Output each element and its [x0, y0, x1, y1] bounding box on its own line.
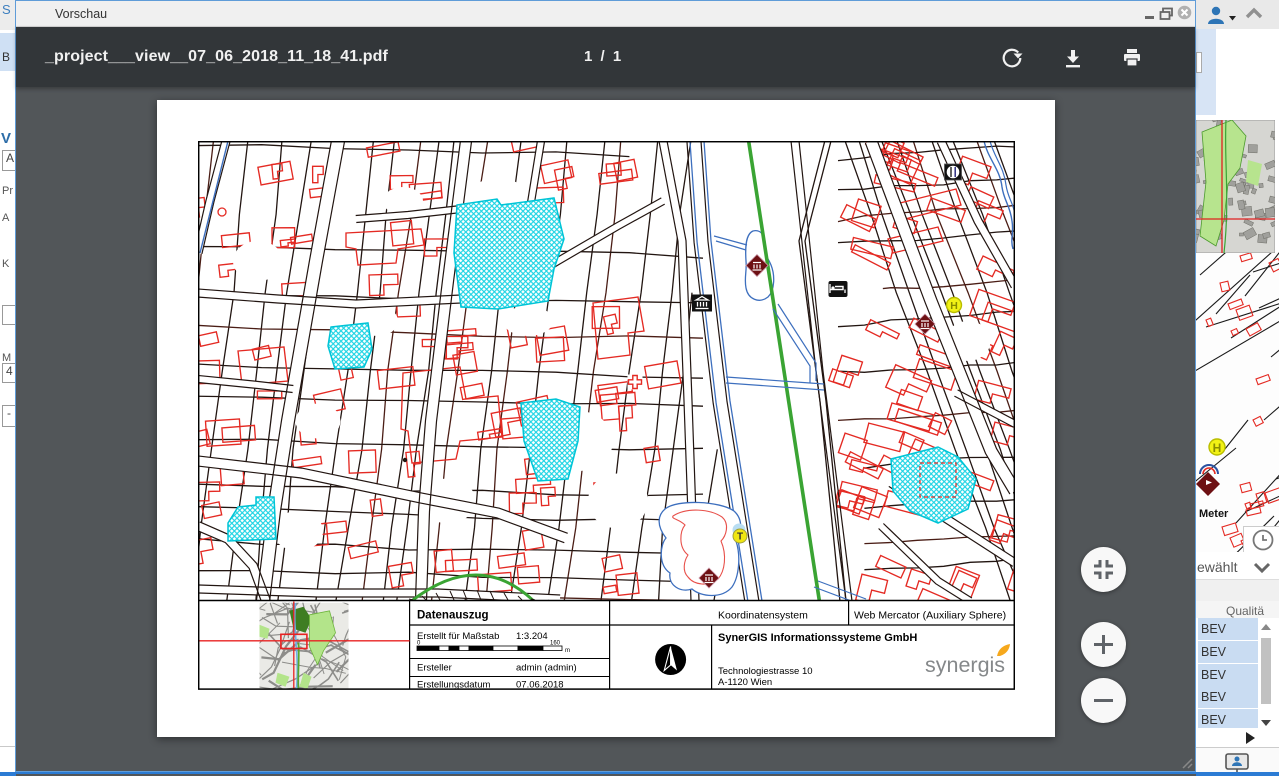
svg-text:Technologiestrasse 10: Technologiestrasse 10	[718, 666, 813, 677]
svg-text:admin (admin): admin (admin)	[516, 663, 577, 674]
svg-text:synergis: synergis	[925, 653, 1005, 677]
svg-text:Ersteller: Ersteller	[417, 663, 452, 674]
svg-text:Erstellt für Maßstab: Erstellt für Maßstab	[417, 631, 499, 642]
svg-text:Koordinatensystem: Koordinatensystem	[718, 610, 808, 622]
svg-text:160: 160	[550, 641, 561, 647]
svg-text:1:3.204: 1:3.204	[516, 631, 548, 642]
svg-text:H: H	[1213, 441, 1222, 455]
svg-text:SynerGIS Informationssysteme G: SynerGIS Informationssysteme GmbH	[718, 632, 917, 644]
svg-text:Meter: Meter	[1199, 508, 1229, 520]
svg-text:T: T	[737, 532, 743, 543]
svg-text:A-1120 Wien: A-1120 Wien	[718, 677, 772, 688]
svg-text:Web Mercator (Auxiliary Sphere: Web Mercator (Auxiliary Sphere)	[854, 610, 1006, 622]
svg-text:Datenauszug: Datenauszug	[417, 610, 489, 622]
svg-text:m: m	[565, 648, 570, 654]
svg-text:H: H	[950, 300, 958, 312]
